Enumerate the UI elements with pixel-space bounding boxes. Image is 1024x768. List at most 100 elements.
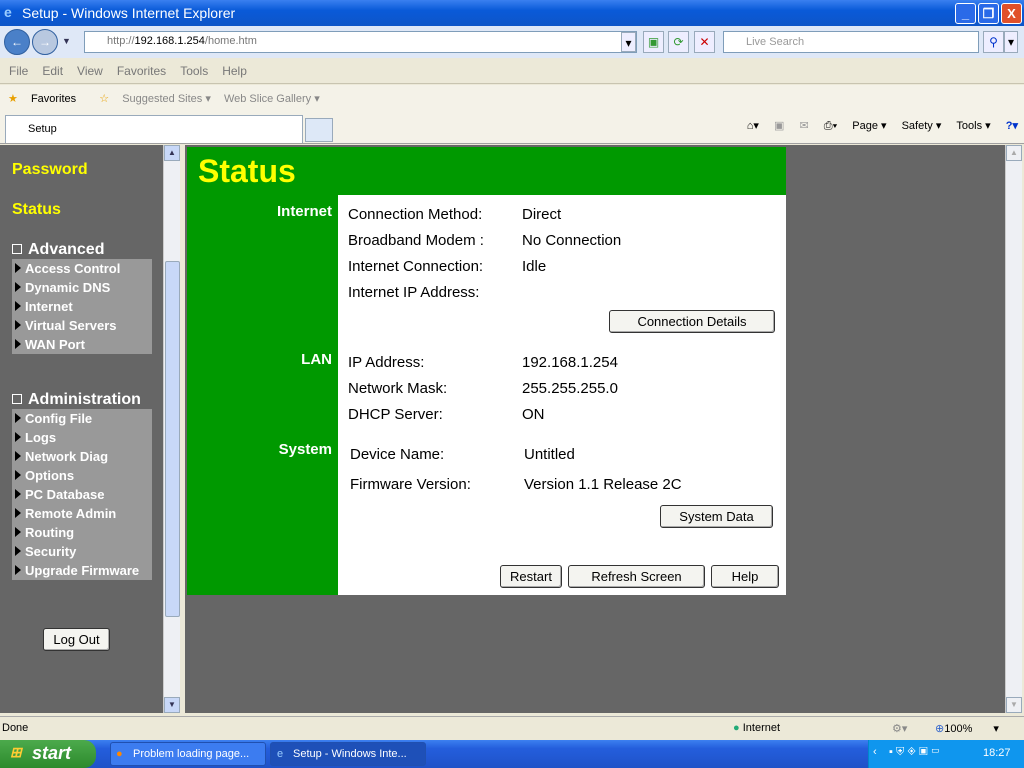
label-broadband-modem: Broadband Modem :	[348, 232, 484, 249]
suggested-sites[interactable]: Suggested Sites ▾	[122, 93, 211, 105]
label-internet-ip: Internet IP Address:	[348, 284, 480, 301]
start-button[interactable]: ⊞ start	[0, 740, 96, 768]
back-button[interactable]: ←	[4, 29, 30, 55]
search-icon[interactable]: ⚲	[983, 31, 1004, 53]
safety-menu[interactable]: Safety ▾	[902, 120, 942, 132]
restart-button[interactable]: Restart	[500, 565, 562, 588]
zoom-icon: ⊕	[935, 723, 945, 735]
maximize-button[interactable]: ❐	[978, 3, 999, 24]
scroll-down-icon[interactable]: ▼	[164, 697, 180, 713]
tray-expand-icon[interactable]: ‹	[873, 746, 877, 758]
sidebar-item-dynamic-dns[interactable]: Dynamic DNS	[12, 278, 152, 297]
taskbar-firefox[interactable]: ● Problem loading page...	[110, 742, 266, 766]
command-bar: ⌂▾ ▣ ✉ ⎙▾ Page ▾ Safety ▾ Tools ▾ ?▾	[735, 119, 1018, 133]
refresh-icon[interactable]: ⟳	[668, 31, 689, 53]
new-tab-button[interactable]	[305, 118, 333, 142]
administration-submenu: Config File Logs Network Diag Options PC…	[12, 409, 152, 580]
stop-icon[interactable]: ✕	[694, 31, 715, 53]
favorites-button[interactable]: ★ Favorites	[8, 93, 86, 105]
mail-icon[interactable]: ✉	[799, 120, 808, 132]
tools-menu[interactable]: Tools ▾	[956, 120, 990, 132]
sidebar-scrollbar[interactable]: ▲ ▼	[163, 145, 180, 713]
value-ip-address: 192.168.1.254	[522, 354, 618, 371]
sidebar-item-access-control[interactable]: Access Control	[12, 259, 152, 278]
address-bar[interactable]: http://192.168.1.254/home.htm	[84, 31, 637, 53]
page-menu[interactable]: Page ▾	[852, 120, 886, 132]
title-bar: e Setup - Windows Internet Explorer _ ❐ …	[0, 0, 1024, 26]
feeds-icon[interactable]: ▣	[774, 120, 784, 132]
main-scrollbar[interactable]: ▲ ▼	[1005, 145, 1022, 713]
tab-setup[interactable]: Setup	[5, 115, 303, 143]
sidebar-item-wan-port[interactable]: WAN Port	[12, 335, 152, 354]
refresh-screen-button[interactable]: Refresh Screen	[568, 565, 705, 588]
minimize-button[interactable]: _	[955, 3, 976, 24]
compat-view-icon[interactable]: ▣	[643, 31, 664, 53]
scroll-up-icon[interactable]: ▲	[164, 145, 180, 161]
menu-tools[interactable]: Tools	[180, 64, 208, 78]
page-title: Status	[198, 153, 296, 189]
help-icon[interactable]: ?▾	[1006, 120, 1018, 132]
lan-label: LAN	[301, 351, 332, 368]
address-row: ← → ▼ http://192.168.1.254/home.htm ▾ ▣ …	[0, 26, 1024, 58]
status-text: Done	[2, 722, 29, 734]
sidebar-item-upgrade-firmware[interactable]: Upgrade Firmware	[12, 561, 152, 580]
sidebar-item-pc-database[interactable]: PC Database	[12, 485, 152, 504]
section-administration[interactable]: Administration	[12, 391, 141, 409]
sidebar-item-network-diag[interactable]: Network Diag	[12, 447, 152, 466]
sidebar-item-internet[interactable]: Internet	[12, 297, 152, 316]
firefox-icon: ●	[116, 748, 123, 760]
status-panel: Status Internet LAN System Connection Me…	[187, 147, 786, 595]
system-label: System	[278, 441, 332, 458]
star-icon: ★	[8, 93, 18, 105]
section-advanced[interactable]: Advanced	[12, 241, 104, 259]
menu-view[interactable]: View	[77, 64, 103, 78]
search-options-icon[interactable]: ▾	[1004, 31, 1018, 53]
taskbar-ie[interactable]: e Setup - Windows Inte...	[270, 742, 426, 766]
sidebar-item-routing[interactable]: Routing	[12, 523, 152, 542]
sidebar-item-options[interactable]: Options	[12, 466, 152, 485]
address-dropdown-icon[interactable]: ▾	[621, 32, 636, 52]
scroll-up-icon[interactable]: ▲	[1006, 145, 1022, 161]
scroll-down-icon[interactable]: ▼	[1006, 697, 1022, 713]
menu-edit[interactable]: Edit	[42, 64, 63, 78]
help-button[interactable]: Help	[711, 565, 779, 588]
menu-file[interactable]: File	[9, 64, 28, 78]
sidebar-frame: Password Status Advanced Access Control …	[0, 145, 163, 713]
forward-button[interactable]: →	[32, 29, 58, 55]
add-favorite-icon[interactable]: ☆	[99, 93, 109, 105]
zoom-control[interactable]: ⊕100% ▾	[935, 722, 999, 735]
search-input[interactable]: Live Search	[723, 31, 979, 53]
value-device-name: Untitled	[524, 446, 575, 463]
history-dropdown-icon[interactable]: ▼	[62, 36, 71, 46]
sidebar-item-virtual-servers[interactable]: Virtual Servers	[12, 316, 152, 335]
sidebar-item-status[interactable]: Status	[12, 201, 61, 219]
value-connection-method: Direct	[522, 206, 562, 223]
print-icon[interactable]: ⎙▾	[824, 120, 837, 132]
sidebar-item-config-file[interactable]: Config File	[12, 409, 152, 428]
sidebar-item-security[interactable]: Security	[12, 542, 152, 561]
home-icon[interactable]: ⌂▾	[747, 120, 759, 132]
tab-row: Setup ⌂▾ ▣ ✉ ⎙▾ Page ▾ Safety ▾ Tools ▾ …	[0, 113, 1024, 144]
internet-zone: ● Internet	[733, 722, 781, 734]
windows-logo-icon: ⊞	[10, 744, 22, 760]
menu-favorites[interactable]: Favorites	[117, 64, 166, 78]
system-data-button[interactable]: System Data	[660, 505, 773, 528]
label-network-mask: Network Mask:	[348, 380, 448, 397]
label-connection-method: Connection Method:	[348, 206, 483, 223]
ie-icon: e	[4, 4, 12, 20]
menu-help[interactable]: Help	[222, 64, 247, 78]
close-button[interactable]: X	[1001, 3, 1022, 24]
status-bar: Done ● Internet ⚙▾ ⊕100% ▾	[0, 716, 1024, 740]
protected-mode-icon[interactable]: ⚙▾	[892, 722, 907, 735]
log-out-button[interactable]: Log Out	[43, 628, 110, 651]
tray-icons[interactable]: ▪ ⛨ ◈ ▣ ▭	[889, 746, 940, 759]
clock: 18:27	[983, 747, 1011, 759]
web-slice-gallery[interactable]: Web Slice Gallery ▾	[224, 93, 320, 105]
sidebar-item-password[interactable]: Password	[12, 161, 88, 179]
connection-details-button[interactable]: Connection Details	[609, 310, 775, 333]
sidebar-item-logs[interactable]: Logs	[12, 428, 152, 447]
value-broadband-modem: No Connection	[522, 232, 622, 249]
sidebar-item-remote-admin[interactable]: Remote Admin	[12, 504, 152, 523]
scroll-thumb[interactable]	[165, 261, 180, 617]
checkbox-icon	[12, 394, 22, 404]
